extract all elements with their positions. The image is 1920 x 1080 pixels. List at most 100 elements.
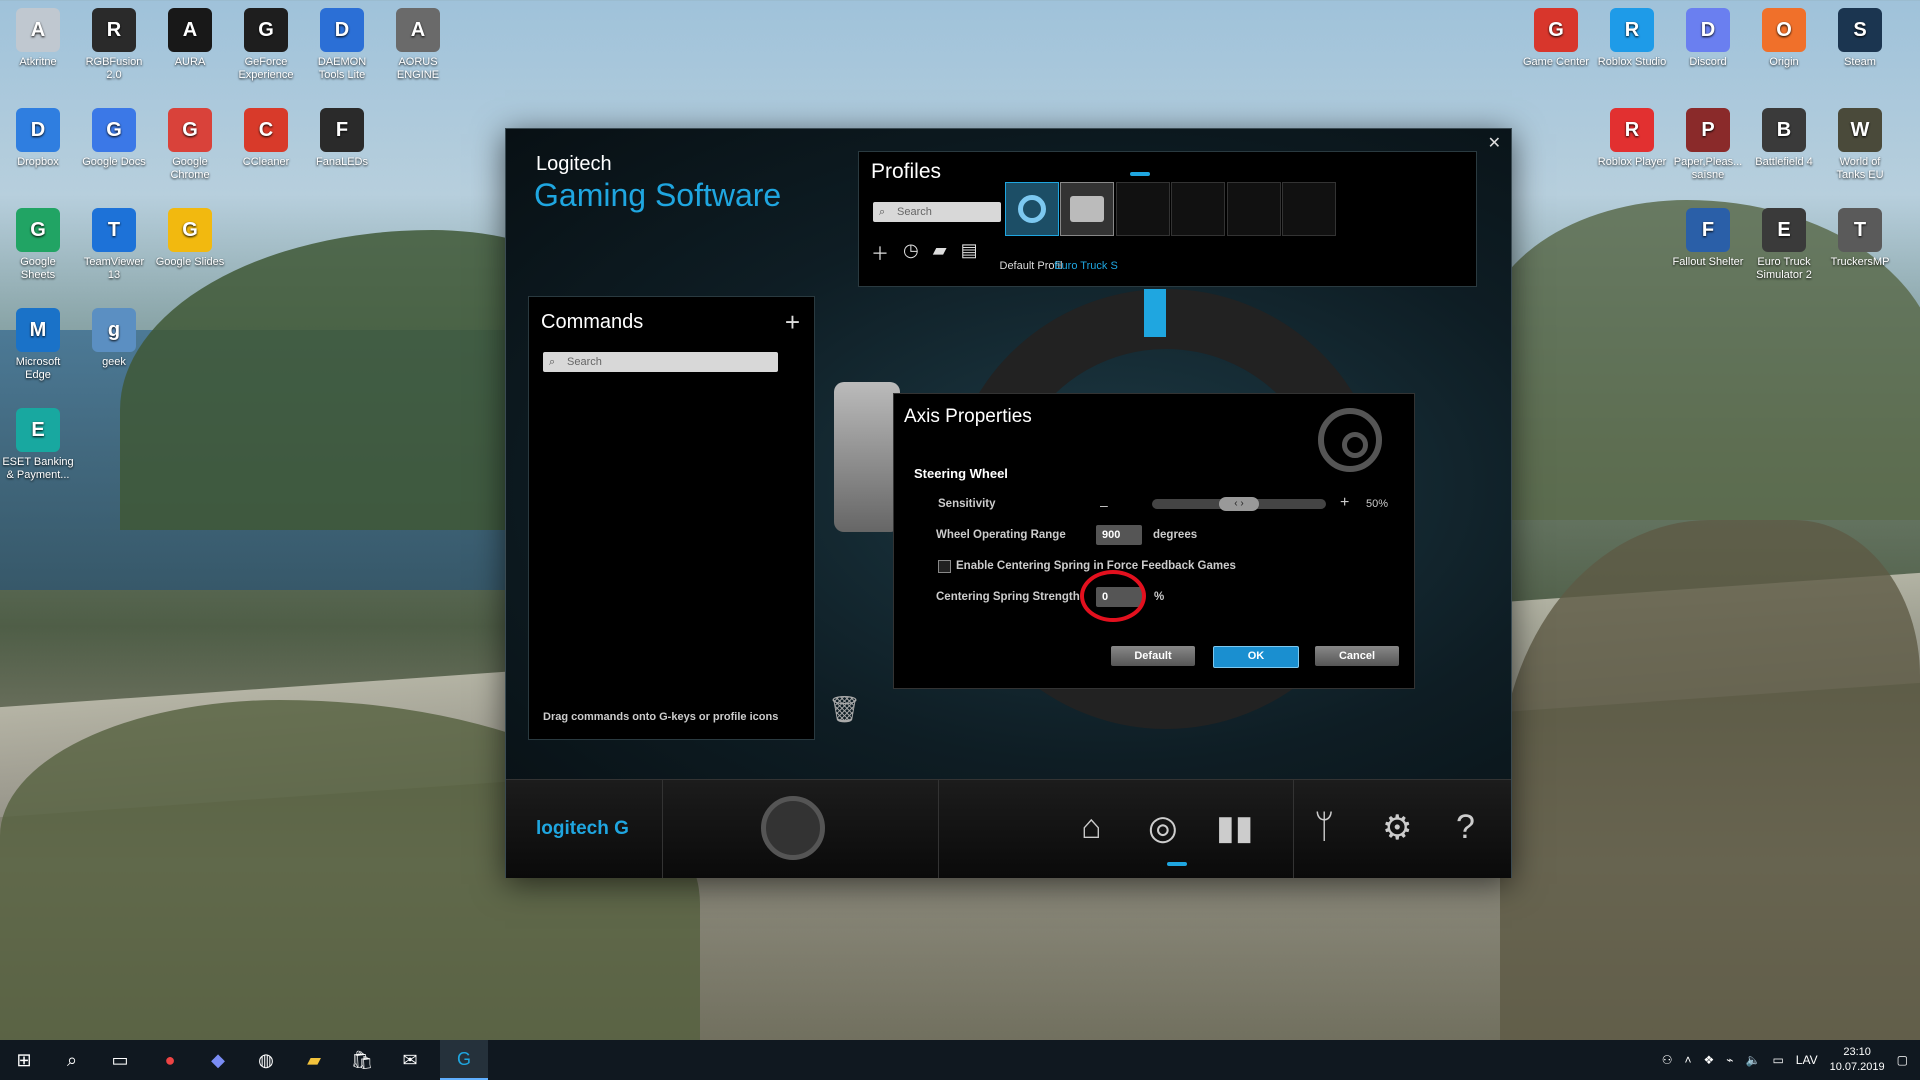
roblox-player-icon: R <box>1610 108 1654 152</box>
desktop-shortcut[interactable]: T TruckersMP <box>1824 208 1896 269</box>
desktop-shortcut-label: ESET Banking & Payment... <box>2 456 74 481</box>
desktop-shortcut-label: Atkritne <box>19 56 57 68</box>
rgb-fusion-icon: R <box>92 8 136 52</box>
usb-icon[interactable]: ⌁ <box>1726 1053 1733 1067</box>
desktop-shortcut[interactable]: S Steam <box>1824 8 1896 69</box>
notifications-icon[interactable]: ▢ <box>1897 1053 1908 1067</box>
profile-slot-empty[interactable] <box>1227 182 1281 236</box>
desktop-shortcut[interactable]: F FanaLEDs <box>306 108 378 169</box>
desktop-shortcut[interactable]: A Atkritne <box>2 8 74 69</box>
help-icon[interactable]: ? <box>1456 808 1475 847</box>
folder-icon[interactable]: ▰ <box>933 240 947 266</box>
volume-icon[interactable]: 🔈 <box>1746 1053 1761 1067</box>
desktop-shortcut-label: Discord <box>1689 56 1727 68</box>
sensitivity-slider[interactable]: ‹ › <box>1152 497 1326 511</box>
sensitivity-slider-thumb[interactable]: ‹ › <box>1219 497 1259 511</box>
taskbar-steam-icon[interactable]: ◍ <box>242 1040 290 1080</box>
desktop-shortcut[interactable]: D DAEMON Tools Lite <box>306 8 378 82</box>
commands-search-input[interactable]: ⌕ Search <box>543 352 778 372</box>
taskbar-mail-icon[interactable]: ✉ <box>386 1040 434 1080</box>
desktop-shortcut[interactable]: D Discord <box>1672 8 1744 69</box>
desktop-shortcut-label: geek <box>102 356 126 368</box>
desktop-shortcut[interactable]: E ESET Banking & Payment... <box>2 408 74 482</box>
profiles-search-input[interactable]: ⌕ Search <box>873 202 1001 222</box>
desktop-shortcut-label: World of Tanks EU <box>1836 156 1884 181</box>
desktop-shortcut[interactable]: G Google Chrome <box>154 108 226 182</box>
desktop-shortcut[interactable]: G Google Docs <box>78 108 150 169</box>
search-icon: ⌕ <box>549 356 556 368</box>
sensitivity-decrease[interactable]: – <box>1100 497 1108 513</box>
steering-wheel-nav-icon[interactable]: ◎ <box>1148 808 1178 848</box>
wheel-range-input[interactable]: 900 <box>1096 525 1142 545</box>
trash-icon[interactable]: 🗑 <box>828 694 861 725</box>
desktop-shortcut[interactable]: G Google Slides <box>154 208 226 269</box>
people-icon[interactable]: ⚇ <box>1662 1053 1673 1067</box>
desktop-shortcut[interactable]: R RGBFusion 2.0 <box>78 8 150 82</box>
pedals-icon[interactable]: ▮▮ <box>1216 808 1253 848</box>
origin-icon: O <box>1762 8 1806 52</box>
desktop-shortcut[interactable]: A AURA <box>154 8 226 69</box>
taskbar: ⊞ ⌕ ▭ ● ◆ ◍ ▰ 🛍 ✉ G ⚇ ˄ ❖ ⌁ 🔈 ▭ LAV 23:1… <box>0 1040 1920 1080</box>
close-icon[interactable]: ✕ <box>1488 133 1501 153</box>
default-button[interactable]: Default <box>1111 646 1195 666</box>
taskbar-discord-icon[interactable]: ◆ <box>194 1040 242 1080</box>
desktop-shortcut[interactable]: R Roblox Player <box>1596 108 1668 169</box>
desktop-shortcut[interactable]: F Fallout Shelter <box>1672 208 1744 269</box>
add-profile-icon[interactable]: ＋ <box>871 240 889 266</box>
desktop-shortcut[interactable]: T TeamViewer 13 <box>78 208 150 282</box>
taskbar-store-icon[interactable]: 🛍 <box>338 1040 386 1080</box>
desktop-shortcut[interactable]: g geek <box>78 308 150 369</box>
edge-icon: M <box>16 308 60 352</box>
taskbar-logitech-icon[interactable]: G <box>440 1040 488 1080</box>
battlefield-icon: B <box>1762 108 1806 152</box>
profile-euro-truck[interactable] <box>1060 182 1114 236</box>
history-icon[interactable]: ◷ <box>903 240 919 266</box>
desktop-shortcut[interactable]: D Dropbox <box>2 108 74 169</box>
desktop-shortcut[interactable]: A AORUS ENGINE <box>382 8 454 82</box>
print-icon[interactable]: ▤ <box>961 240 978 266</box>
logitech-gaming-software-window: ✕ Logitech Gaming Software Profiles ⌕ Se… <box>505 128 1512 878</box>
network-icon[interactable]: ▭ <box>1772 1053 1783 1067</box>
home-icon[interactable]: ⌂ <box>1081 808 1102 847</box>
desktop-shortcut[interactable]: G Game Center <box>1520 8 1592 69</box>
search-icon[interactable]: ⌕ <box>48 1040 96 1080</box>
geforce-icon: G <box>244 8 288 52</box>
gear-icon <box>1018 195 1046 223</box>
show-hidden-icons-chevron-icon[interactable]: ˄ <box>1684 1053 1691 1067</box>
g29-wheel-device-icon[interactable] <box>761 796 825 860</box>
truckersmp-icon: T <box>1838 208 1882 252</box>
logitech-g-hub-icon[interactable]: ᛘ <box>1314 808 1334 847</box>
desktop-shortcut-label: Game Center <box>1522 56 1590 68</box>
centering-spring-checkbox[interactable] <box>938 560 951 573</box>
desktop-shortcut[interactable]: E Euro Truck Simulator 2 <box>1748 208 1820 282</box>
task-view-icon[interactable]: ▭ <box>96 1040 144 1080</box>
taskbar-chrome-icon[interactable]: ● <box>146 1040 194 1080</box>
desktop-shortcut-label: GeForce Experience <box>238 56 294 81</box>
ok-button[interactable]: OK <box>1213 646 1299 668</box>
desktop-shortcut[interactable]: M Microsoft Edge <box>2 308 74 382</box>
start-windows-icon[interactable]: ⊞ <box>0 1040 48 1080</box>
sensitivity-increase[interactable]: + <box>1340 494 1349 512</box>
logitech-g-logo: logitech G <box>536 818 629 839</box>
add-command-icon[interactable]: + <box>785 307 800 338</box>
clock[interactable]: 23:10 10.07.2019 <box>1830 1045 1885 1075</box>
brand-gaming-software: Gaming Software <box>534 177 782 213</box>
profile-slot-empty[interactable] <box>1282 182 1336 236</box>
dropbox-tray-icon[interactable]: ❖ <box>1704 1053 1715 1067</box>
desktop-shortcut[interactable]: R Roblox Studio <box>1596 8 1668 69</box>
settings-gear-icon[interactable]: ⚙ <box>1382 808 1412 848</box>
profile-default[interactable] <box>1005 182 1059 236</box>
taskbar-file-explorer-icon[interactable]: ▰ <box>290 1040 338 1080</box>
profile-slot-empty[interactable] <box>1116 182 1170 236</box>
desktop-shortcut[interactable]: W World of Tanks EU <box>1824 108 1896 182</box>
profile-slot-empty[interactable] <box>1171 182 1225 236</box>
desktop-shortcut[interactable]: G Google Sheets <box>2 208 74 282</box>
desktop-shortcut[interactable]: C CCleaner <box>230 108 302 169</box>
desktop-shortcut[interactable]: O Origin <box>1748 8 1820 69</box>
desktop-shortcut[interactable]: B Battlefield 4 <box>1748 108 1820 169</box>
search-icon: ⌕ <box>879 206 886 218</box>
desktop-shortcut[interactable]: P Paper,Pleas... saīsne <box>1672 108 1744 182</box>
input-language[interactable]: LAV <box>1796 1053 1818 1067</box>
cancel-button[interactable]: Cancel <box>1315 646 1399 666</box>
desktop-shortcut[interactable]: G GeForce Experience <box>230 8 302 82</box>
